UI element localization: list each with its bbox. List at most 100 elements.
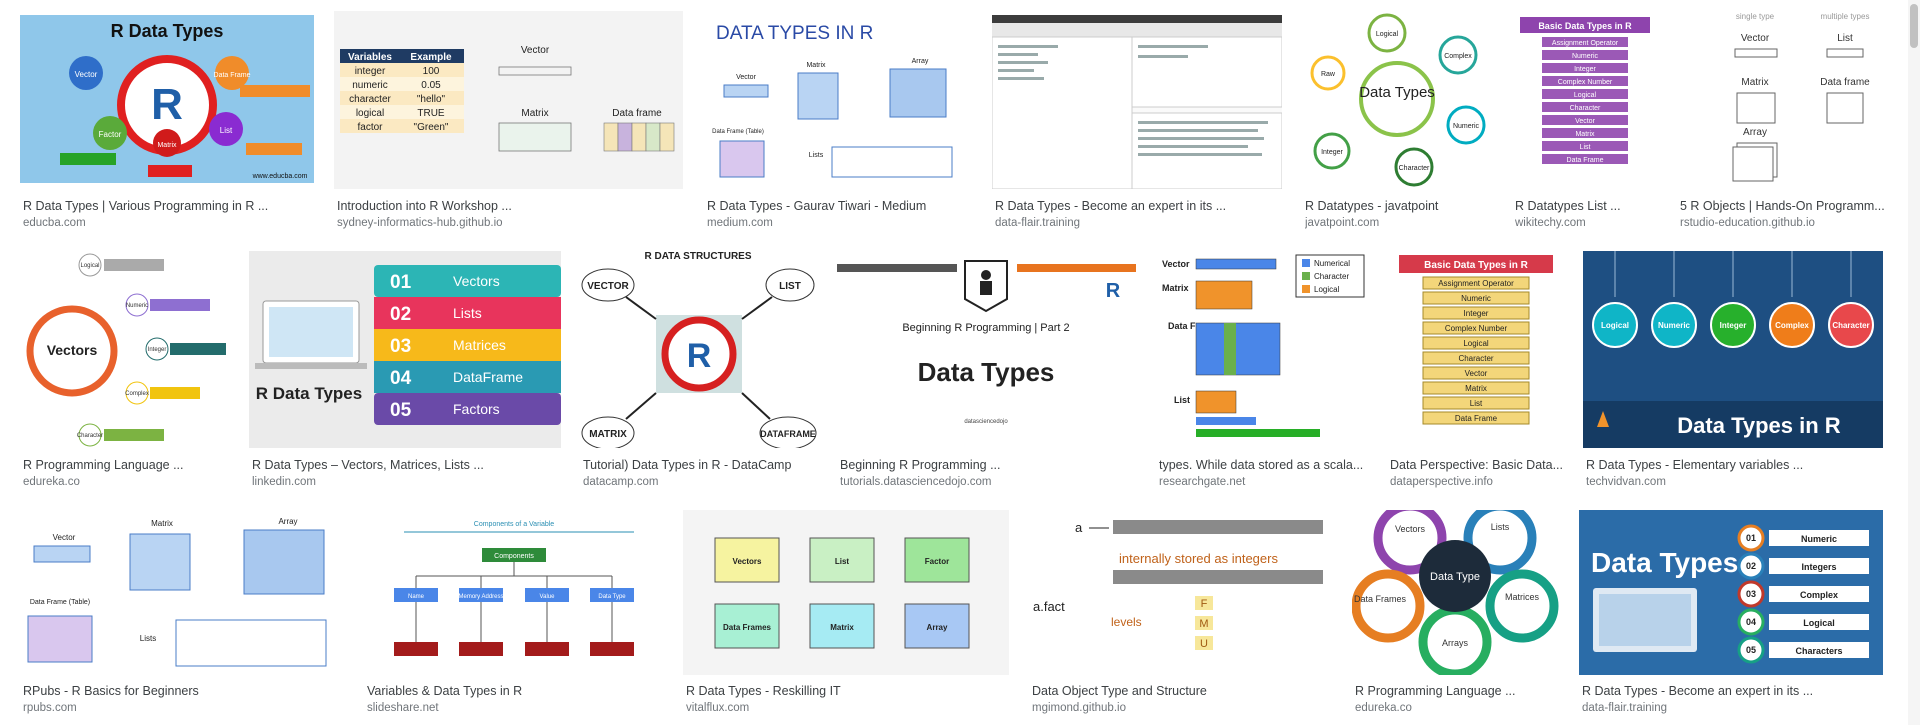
result-source[interactable]: vitalflux.com xyxy=(686,701,1012,716)
thumb-text: Assignment Operator xyxy=(1552,40,1619,47)
thumb-text: Data Frame xyxy=(1567,157,1604,164)
thumb-text: Value xyxy=(540,594,556,600)
result-source[interactable]: edureka.co xyxy=(23,475,233,490)
result-thumbnail[interactable]: Vectors Logical Numeric Integer Complex … xyxy=(20,251,230,448)
result-title[interactable]: R Data Types - Reskilling IT xyxy=(686,683,1012,699)
result-thumbnail[interactable]: R Data Types 01 Vectors 02 Lists 03 Matr… xyxy=(249,251,561,448)
thumb-text: levels xyxy=(1111,615,1142,629)
thumb-text: Logical xyxy=(80,263,99,269)
result-title[interactable]: R Data Types - Elementary variables ... xyxy=(1586,457,1886,473)
result-title[interactable]: R Datatypes - javatpoint xyxy=(1305,198,1495,214)
result-source[interactable]: techvidvan.com xyxy=(1586,475,1886,490)
thumb-text: Data Types xyxy=(1359,84,1435,101)
thumb-text: a xyxy=(1075,520,1083,535)
result-thumbnail[interactable] xyxy=(992,15,1282,189)
result-thumbnail[interactable]: DATA TYPES IN R Vector Matrix Array Data… xyxy=(704,11,972,189)
thumb-text: single type xyxy=(1736,12,1775,21)
result-title[interactable]: Introduction into R Workshop ... xyxy=(337,198,686,214)
result-source[interactable]: dataperspective.info xyxy=(1390,475,1567,490)
thumb-text: Vector xyxy=(521,45,550,56)
result-source[interactable]: linkedin.com xyxy=(252,475,564,490)
thumb-text: Integer xyxy=(148,347,167,353)
result-title[interactable]: 5 R Objects | Hands-On Programm... xyxy=(1680,198,1888,214)
result-source[interactable]: data-flair.training xyxy=(1582,701,1886,716)
thumb-text: Beginning R Programming | Part 2 xyxy=(902,322,1069,334)
result-source[interactable]: slideshare.net xyxy=(367,701,667,716)
result-title[interactable]: RPubs - R Basics for Beginners xyxy=(23,683,347,699)
thumb-text: Numerical xyxy=(1314,259,1350,268)
result-title[interactable]: Data Object Type and Structure xyxy=(1032,683,1337,699)
result-source[interactable]: medium.com xyxy=(707,216,975,231)
result-thumbnail[interactable]: Variables Example integer 100 numeric 0.… xyxy=(334,11,683,189)
thumb-text: multiple types xyxy=(1821,12,1870,21)
result-source[interactable]: wikitechy.com xyxy=(1515,216,1661,231)
result-title[interactable]: R Data Types - Become an expert in its .… xyxy=(995,198,1285,214)
thumb-text: Numeric xyxy=(126,303,148,309)
thumb-text: Data Frames xyxy=(1354,594,1407,604)
result-source[interactable]: rstudio-education.github.io xyxy=(1680,216,1888,231)
result-thumbnail[interactable]: Components of a Variable Components Name… xyxy=(364,510,664,675)
result-source[interactable]: sydney-informatics-hub.github.io xyxy=(337,216,686,231)
result-title[interactable]: R Programming Language ... xyxy=(23,457,233,473)
thumb-text: Complex xyxy=(1775,321,1809,330)
scrollbar-thumb[interactable] xyxy=(1910,4,1918,48)
result-source[interactable]: educba.com xyxy=(23,216,317,231)
thumb-text: Name xyxy=(408,594,425,600)
result-thumbnail[interactable]: Logical Numeric Integer Complex Characte… xyxy=(1583,251,1883,448)
thumb-text: "Green" xyxy=(414,122,449,133)
result-thumbnail[interactable]: R DATA STRUCTURES R VECTOR LIST MATRIX D… xyxy=(580,251,817,448)
result-title[interactable]: Data Perspective: Basic Data... xyxy=(1390,457,1567,473)
result-thumbnail[interactable]: Data Types 01 Numeric 02 Integers 03 Com… xyxy=(1579,510,1883,675)
thumb-text: Matrix xyxy=(1162,283,1189,293)
thumb-text: Data Frame (Table) xyxy=(30,599,90,606)
result-thumbnail[interactable]: Basic Data Types in R Assignment Operato… xyxy=(1512,11,1658,189)
thumb-text: Data Frames xyxy=(723,623,772,632)
result-thumbnail[interactable]: Vector Matrix Data Frame List Numerical … xyxy=(1156,251,1367,448)
thumb-text: integer xyxy=(355,66,386,77)
result-thumbnail[interactable]: R Data Types R Vector Data Frame Factor … xyxy=(20,15,314,183)
result-source[interactable]: researchgate.net xyxy=(1159,475,1370,490)
vertical-scrollbar[interactable] xyxy=(1908,0,1920,725)
result-title[interactable]: Tutorial) Data Types in R - DataCamp xyxy=(583,457,820,473)
result-title[interactable]: R Data Types - Gaurav Tiwari - Medium xyxy=(707,198,975,214)
result-title[interactable]: R Datatypes List ... xyxy=(1515,198,1661,214)
thumb-text: List xyxy=(1470,399,1483,408)
result-title[interactable]: R Data Types - Become an expert in its .… xyxy=(1582,683,1886,699)
result-title[interactable]: Variables & Data Types in R xyxy=(367,683,667,699)
thumb-text: datasciencedojo xyxy=(964,419,1008,425)
result-thumbnail[interactable]: Vector Matrix Array Data Frame (Table) L… xyxy=(20,510,344,675)
result-thumbnail[interactable]: Basic Data Types in R Assignment Operato… xyxy=(1387,251,1564,448)
thumb-text: Vectors xyxy=(733,557,762,566)
thumb-text: factor xyxy=(357,122,383,133)
thumb-text: logical xyxy=(356,108,384,119)
thumb-text: a.fact xyxy=(1033,599,1065,614)
result-thumbnail[interactable]: a internally stored as integers a.fact l… xyxy=(1029,510,1334,675)
svg-text:R: R xyxy=(687,337,712,375)
thumb-text: Numeric xyxy=(1461,294,1491,303)
result-title[interactable]: types. While data stored as a scala... xyxy=(1159,457,1370,473)
result-title[interactable]: R Data Types – Vectors, Matrices, Lists … xyxy=(252,457,564,473)
thumb-text: Lists xyxy=(453,305,482,321)
result-source[interactable]: data-flair.training xyxy=(995,216,1285,231)
result-title[interactable]: R Programming Language ... xyxy=(1355,683,1562,699)
result-source[interactable]: tutorials.datasciencedojo.com xyxy=(840,475,1139,490)
thumb-text: Complex xyxy=(1444,53,1472,60)
result-thumbnail[interactable]: Data Type Vectors Lists Matrices Arrays … xyxy=(1352,510,1559,675)
result-thumbnail[interactable]: Data Types Logical Complex Raw Numeric I… xyxy=(1302,11,1492,189)
result-source[interactable]: mgimond.github.io xyxy=(1032,701,1337,716)
thumb-text: 01 xyxy=(390,272,412,293)
result-thumbnail[interactable]: Vectors List Factor Data Frames Matrix A… xyxy=(683,510,1009,675)
result-source[interactable]: edureka.co xyxy=(1355,701,1562,716)
result-source[interactable]: datacamp.com xyxy=(583,475,820,490)
result-title[interactable]: R Data Types | Various Programming in R … xyxy=(23,198,317,214)
thumb-text: Raw xyxy=(1321,71,1336,78)
result-title[interactable]: Beginning R Programming ... xyxy=(840,457,1139,473)
result-thumbnail[interactable]: single type multiple types Vector List M… xyxy=(1677,11,1885,189)
result-thumbnail[interactable]: R Beginning R Programming | Part 2 Data … xyxy=(837,251,1136,448)
thumb-text: Data Frame (Table) xyxy=(712,129,764,135)
result-source[interactable]: rpubs.com xyxy=(23,701,347,716)
thumb-text: Vector xyxy=(1162,259,1190,269)
result-source[interactable]: javatpoint.com xyxy=(1305,216,1495,231)
thumb-text: Complex Number xyxy=(1445,324,1508,333)
thumb-text: 03 xyxy=(1746,589,1756,599)
